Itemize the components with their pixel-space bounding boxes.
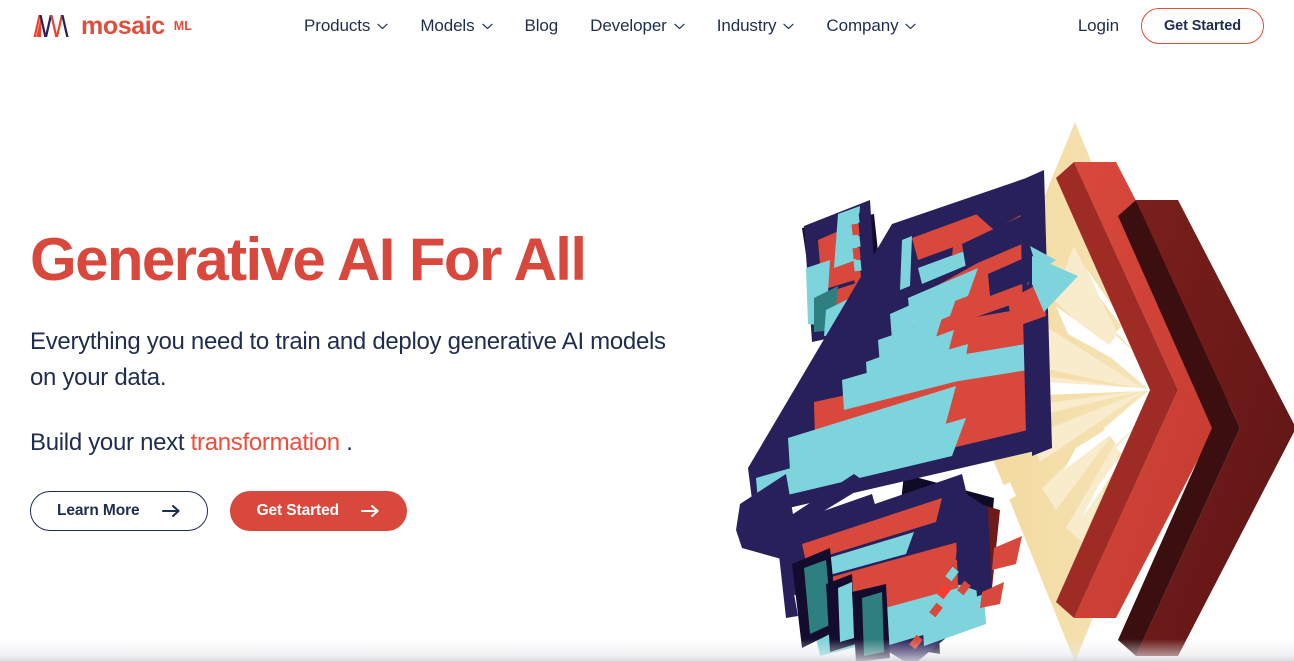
login-link[interactable]: Login <box>1078 16 1119 36</box>
nav-item-label: Blog <box>524 16 559 35</box>
site-header: mosaic ML Products Models Blog Developer <box>0 0 1294 52</box>
chevron-down-icon <box>783 23 795 29</box>
chevron-down-icon <box>674 23 685 29</box>
nav-item-label: Developer <box>590 16 667 35</box>
learn-more-label: Learn More <box>57 501 140 519</box>
chevron-down-icon <box>905 23 917 29</box>
hero-cta-row: Learn More Get Started <box>30 490 710 531</box>
nav-item-label: Products <box>304 16 371 35</box>
main-navigation: Products Models Blog Developer Industry … <box>288 10 932 42</box>
get-started-button[interactable]: Get Started <box>229 490 408 531</box>
nav-item-blog[interactable]: Blog <box>509 10 575 42</box>
nav-item-industry[interactable]: Industry <box>701 10 811 42</box>
hero-content: Generative AI For All Everything you nee… <box>30 228 710 531</box>
brand-logo[interactable]: mosaic ML <box>30 13 192 39</box>
get-started-label: Get Started <box>256 501 340 519</box>
hero-illustration <box>726 118 1294 661</box>
header-get-started-button[interactable]: Get Started <box>1140 8 1264 44</box>
chevron-down-icon <box>481 23 493 29</box>
nav-item-models[interactable]: Models <box>404 10 508 42</box>
hero-tagline-prefix: Build your next <box>30 428 185 456</box>
arrow-right-icon <box>161 504 180 517</box>
page-title: Generative AI For All <box>30 226 587 293</box>
page-bottom-shadow <box>0 639 1294 661</box>
nav-item-label: Industry <box>716 16 777 35</box>
hero-tagline: Build your next transformation . <box>30 429 710 457</box>
chevron-down-icon <box>377 23 388 29</box>
header-actions: Login Get Started <box>1078 8 1264 44</box>
hero-tagline-period: . <box>346 428 353 456</box>
page-root: mosaic ML Products Models Blog Developer <box>0 0 1294 661</box>
arrow-right-icon <box>361 504 379 517</box>
nav-item-company[interactable]: Company <box>810 10 932 42</box>
hero-tagline-rotating-word: transformation <box>190 428 341 456</box>
nav-item-products[interactable]: Products <box>288 10 404 42</box>
nav-item-label: Company <box>826 16 899 35</box>
nav-item-label: Models <box>420 16 475 35</box>
learn-more-button[interactable]: Learn More <box>30 490 208 531</box>
hero-subtitle: Everything you need to train and deploy … <box>30 327 666 392</box>
brand-superscript: ML <box>173 19 193 33</box>
mosaic-zigzag-logo-icon <box>33 15 69 37</box>
brand-name: mosaic <box>81 11 165 40</box>
nav-item-developer[interactable]: Developer <box>574 10 701 42</box>
abstract-geometric-crystal-chevron-illustration <box>736 122 1294 661</box>
